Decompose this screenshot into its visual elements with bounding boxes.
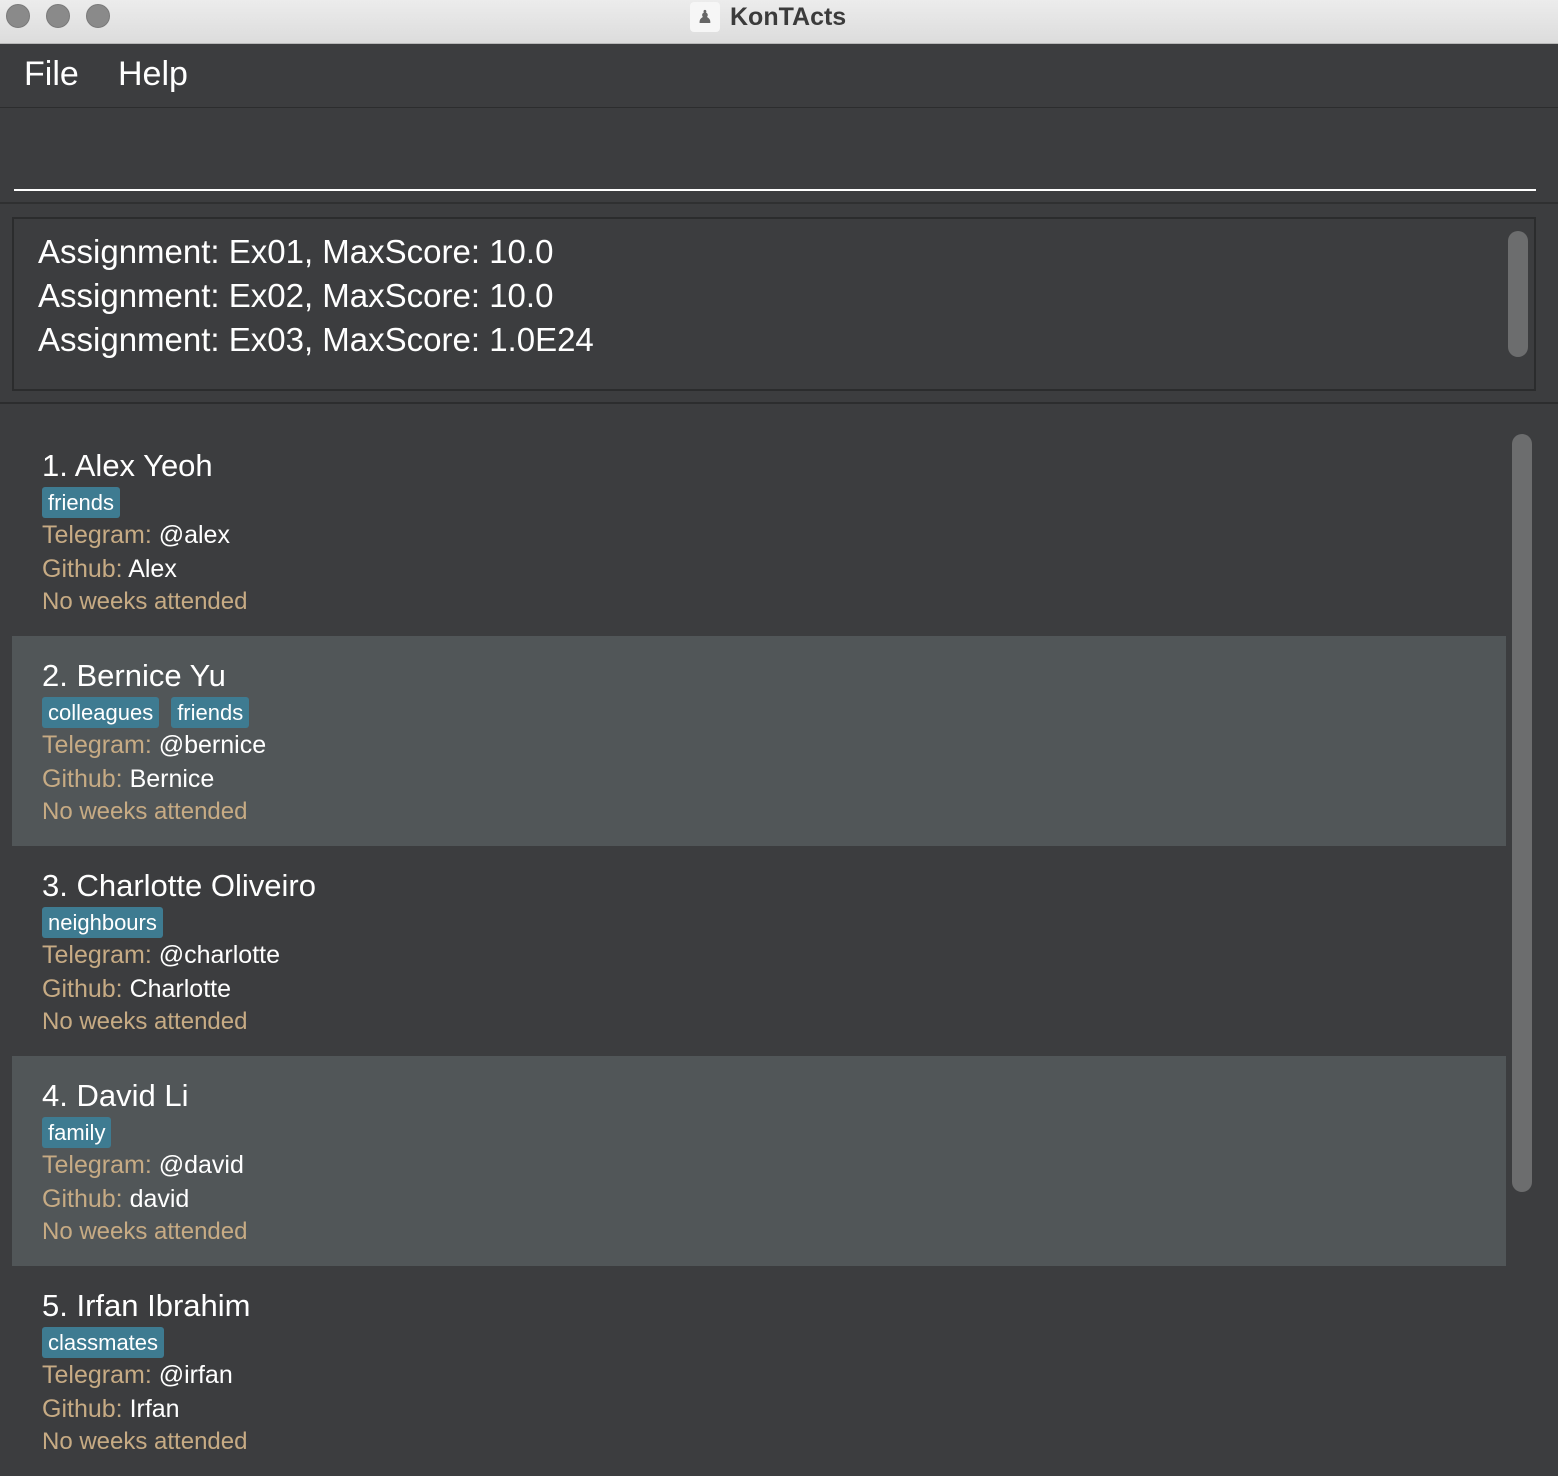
telegram-label: Telegram:	[42, 521, 152, 549]
tag-list: family	[42, 1117, 112, 1148]
tag: colleagues	[42, 697, 160, 728]
tag-list: classmates	[42, 1327, 165, 1358]
github-label: Github:	[42, 555, 123, 583]
github-label: Github:	[42, 1395, 123, 1423]
person-name: 1. Alex Yeoh	[42, 448, 213, 483]
github-value: Charlotte	[129, 975, 232, 1003]
close-window-button[interactable]	[6, 4, 30, 28]
tag-list: friends	[42, 487, 121, 518]
telegram-value: @david	[158, 1151, 244, 1179]
telegram-field: Telegram: @david	[42, 1151, 244, 1180]
weeks-attended: No weeks attended	[42, 798, 248, 825]
telegram-field: Telegram: @bernice	[42, 731, 266, 760]
github-field: Github: Charlotte	[42, 975, 231, 1004]
command-input[interactable]	[14, 139, 1536, 191]
github-label: Github:	[42, 765, 123, 793]
result-scrollbar[interactable]	[1508, 231, 1528, 357]
github-label: Github:	[42, 1185, 123, 1213]
person-list-scrollbar[interactable]	[1512, 434, 1532, 1192]
tag: friends	[171, 697, 250, 728]
person-card[interactable]: 1. Alex Yeoh friends Telegram: @alex Git…	[12, 426, 1506, 636]
github-field: Github: Irfan	[42, 1395, 180, 1424]
telegram-field: Telegram: @irfan	[42, 1361, 233, 1390]
person-card[interactable]: 2. Bernice Yu colleagues friends Telegra…	[12, 636, 1506, 846]
person-name: 3. Charlotte Oliveiro	[42, 868, 316, 903]
telegram-label: Telegram:	[42, 1151, 152, 1179]
github-value: Alex	[128, 555, 177, 583]
weeks-attended: No weeks attended	[42, 1218, 248, 1245]
telegram-value: @irfan	[158, 1361, 233, 1389]
weeks-attended: No weeks attended	[42, 588, 248, 615]
tag: neighbours	[42, 907, 163, 938]
weeks-attended: No weeks attended	[42, 1428, 248, 1455]
divider	[0, 402, 1558, 404]
github-field: Github: Bernice	[42, 765, 214, 794]
person-name: 5. Irfan Ibrahim	[42, 1288, 251, 1323]
title-bar: ♟ KonTActs	[0, 0, 1558, 44]
menu-file[interactable]: File	[24, 55, 79, 94]
telegram-field: Telegram: @charlotte	[42, 941, 280, 970]
menu-bar: File Help	[0, 45, 1558, 108]
telegram-label: Telegram:	[42, 1361, 152, 1389]
command-box	[0, 109, 1558, 204]
result-line: Assignment: Ex02, MaxScore: 10.0	[38, 277, 554, 314]
app-logo-icon: ♟	[690, 2, 720, 32]
person-card[interactable]: 3. Charlotte Oliveiro neighbours Telegra…	[12, 846, 1506, 1056]
telegram-value: @bernice	[158, 731, 267, 759]
person-card[interactable]: 4. David Li family Telegram: @david Gith…	[12, 1056, 1506, 1266]
telegram-field: Telegram: @alex	[42, 521, 230, 550]
result-line: Assignment: Ex01, MaxScore: 10.0	[38, 233, 554, 270]
weeks-attended: No weeks attended	[42, 1008, 248, 1035]
telegram-value: @charlotte	[158, 941, 280, 969]
person-name: 2. Bernice Yu	[42, 658, 226, 693]
tag: friends	[42, 487, 121, 518]
window-title-group: ♟ KonTActs	[690, 2, 846, 32]
github-field: Github: Alex	[42, 555, 177, 584]
github-value: david	[129, 1185, 190, 1213]
result-line: Assignment: Ex03, MaxScore: 1.0E24	[38, 321, 594, 358]
telegram-label: Telegram:	[42, 941, 152, 969]
menu-help[interactable]: Help	[118, 55, 188, 94]
zoom-window-button[interactable]	[86, 4, 110, 28]
person-list: 1. Alex Yeoh friends Telegram: @alex Git…	[12, 426, 1506, 1476]
person-name: 4. David Li	[42, 1078, 189, 1113]
tag: classmates	[42, 1327, 165, 1358]
result-display: Assignment: Ex01, MaxScore: 10.0 Assignm…	[12, 217, 1536, 391]
tag-list: neighbours	[42, 907, 163, 938]
window-title: KonTActs	[730, 2, 847, 31]
tag-list: colleagues friends	[42, 697, 250, 728]
person-card[interactable]: 5. Irfan Ibrahim classmates Telegram: @i…	[12, 1266, 1506, 1476]
telegram-label: Telegram:	[42, 731, 152, 759]
github-label: Github:	[42, 975, 123, 1003]
github-field: Github: david	[42, 1185, 189, 1214]
minimize-window-button[interactable]	[46, 4, 70, 28]
github-value: Irfan	[129, 1395, 180, 1423]
tag: family	[42, 1117, 112, 1148]
github-value: Bernice	[129, 765, 215, 793]
telegram-value: @alex	[158, 521, 230, 549]
